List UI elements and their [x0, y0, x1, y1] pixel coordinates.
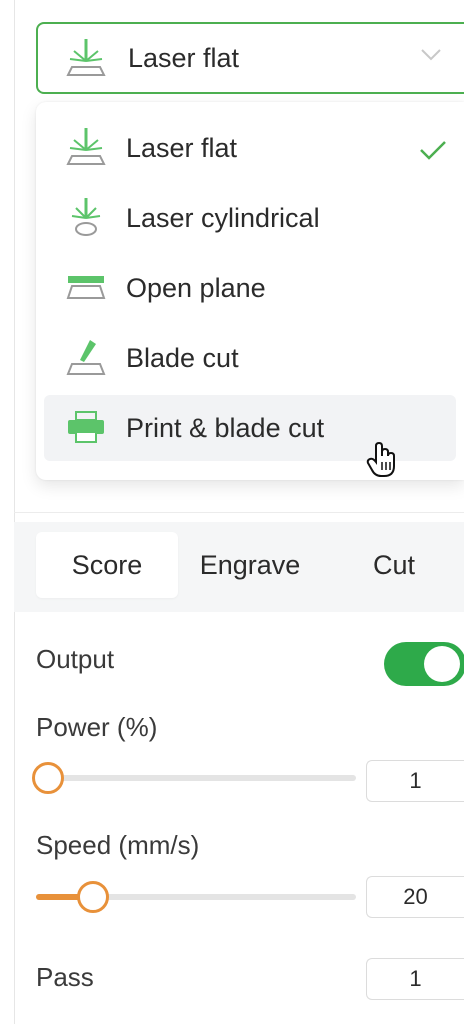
divider [14, 512, 464, 513]
hand-pointer-cursor-icon [366, 440, 400, 485]
chevron-down-icon[interactable] [420, 48, 442, 67]
operation-tabs: Score Engrave Cut [14, 522, 464, 612]
speed-slider-thumb[interactable] [77, 881, 109, 913]
power-slider-thumb[interactable] [32, 762, 64, 794]
menu-item-laser-cylindrical[interactable]: Laser cylindrical [44, 185, 456, 251]
speed-value: 20 [403, 884, 428, 909]
output-label: Output [36, 644, 115, 674]
toggle-knob [424, 646, 460, 682]
menu-item-label: Print & blade cut [126, 412, 325, 443]
speed-slider[interactable] [36, 881, 356, 913]
menu-item-label: Laser cylindrical [126, 202, 320, 233]
menu-item-label: Blade cut [126, 342, 239, 373]
mode-menu: Laser flat Laser cylindrical Open plane [36, 102, 464, 480]
power-slider[interactable] [32, 762, 356, 794]
laser-cylindrical-icon [64, 196, 108, 245]
menu-item-laser-flat[interactable]: Laser flat [44, 115, 456, 181]
tab-cut[interactable]: Cut [344, 532, 444, 598]
laser-flat-icon [64, 126, 108, 175]
pass-input[interactable]: 1 [366, 958, 464, 1000]
pass-value: 1 [409, 966, 422, 991]
menu-item-label: Open plane [126, 272, 266, 303]
tab-label: Score [71, 549, 143, 580]
power-input[interactable]: 1 [366, 760, 464, 802]
tab-label: Engrave [199, 549, 301, 580]
tab-label: Cut [372, 549, 416, 580]
blade-cut-icon [64, 336, 108, 385]
tab-score[interactable]: Score [36, 532, 178, 598]
menu-item-label: Laser flat [126, 132, 238, 163]
power-label: Power (%) [36, 712, 158, 742]
speed-label: Speed (mm/s) [36, 830, 200, 860]
pass-label: Pass [36, 962, 94, 992]
tab-engrave[interactable]: Engrave [180, 532, 320, 598]
menu-item-open-plane[interactable]: Open plane [44, 255, 456, 321]
power-value: 1 [409, 768, 422, 793]
print-blade-cut-icon [64, 406, 108, 455]
checkmark-icon [418, 139, 448, 166]
laser-flat-icon [64, 37, 108, 86]
mode-select[interactable]: Laser flat [36, 22, 464, 94]
menu-item-blade-cut[interactable]: Blade cut [44, 325, 456, 391]
mode-select-value: Laser flat [128, 42, 240, 73]
output-toggle[interactable] [384, 642, 464, 686]
open-plane-icon [64, 266, 108, 315]
speed-input[interactable]: 20 [366, 876, 464, 918]
